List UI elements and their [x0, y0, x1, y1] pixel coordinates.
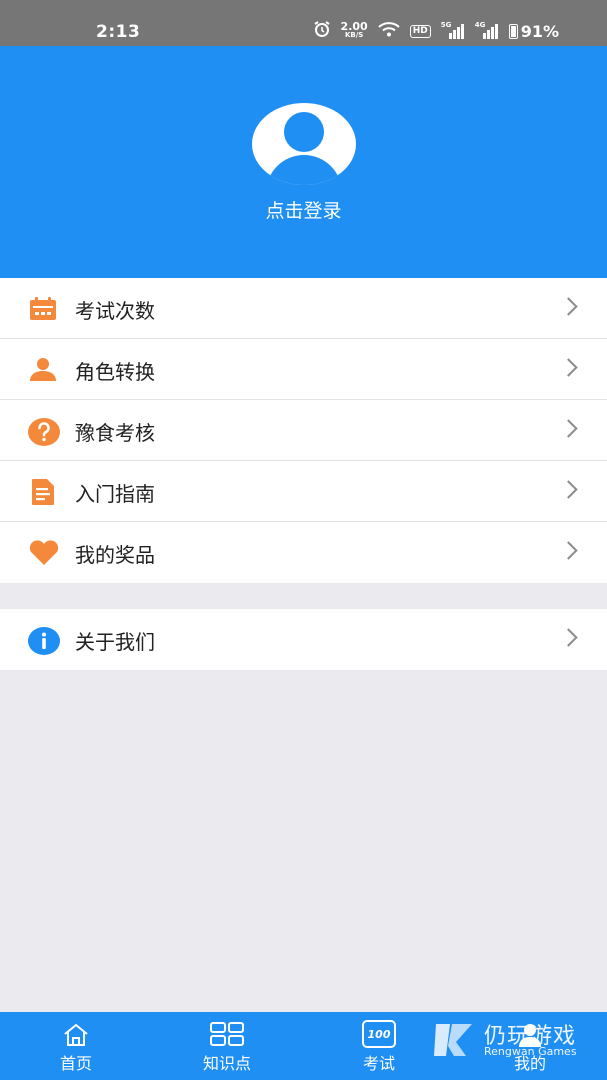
network-speed-value: 2.00 [340, 20, 368, 33]
tab-exam-label: 考试 [362, 1054, 395, 1073]
menu-item-food-assessment[interactable]: 豫食考核 [0, 400, 607, 461]
signal-1-tag: 5G [440, 21, 452, 29]
heart-icon [27, 539, 59, 567]
avatar-icon[interactable] [252, 103, 356, 185]
menu-item-label: 考试次数 [75, 299, 155, 323]
login-link[interactable]: 点击登录 [0, 196, 607, 223]
tab-exam[interactable]: 100 考试 [319, 1012, 439, 1080]
menu-item-getting-started[interactable]: 入门指南 [0, 461, 607, 522]
battery-percent: 91% [520, 21, 559, 41]
chevron-right-icon [559, 419, 578, 438]
status-bar: 2:13 2.00 KB/S HD 5G 4G 91% [0, 0, 607, 46]
battery-icon [508, 23, 518, 39]
person-icon [27, 356, 59, 384]
tab-knowledge-label: 知识点 [202, 1054, 251, 1073]
home-icon [62, 1022, 90, 1052]
signal-2-icon: 4G [474, 21, 499, 39]
hd-badge: HD [409, 24, 431, 38]
exam-100-icon: 100 [362, 1020, 396, 1048]
chevron-right-icon [559, 297, 578, 316]
chevron-right-icon [559, 628, 578, 647]
document-icon [27, 478, 59, 506]
network-speed-unit: KB/S [344, 31, 364, 39]
menu-item-label: 入门指南 [75, 482, 155, 506]
tab-home[interactable]: 首页 [16, 1012, 136, 1080]
calendar-icon [27, 295, 59, 323]
watermark-subtitle: Rengwan Games [484, 1045, 577, 1058]
chevron-right-icon [559, 480, 578, 499]
alarm-icon [313, 20, 331, 42]
tab-knowledge[interactable]: 知识点 [167, 1012, 287, 1080]
chevron-right-icon [559, 358, 578, 377]
menu-item-my-prizes[interactable]: 我的奖品 [0, 522, 607, 583]
menu-list: 考试次数 角色转换 豫食考核 入门指南 我的奖品 [0, 278, 607, 583]
grid-icon [210, 1022, 244, 1050]
signal-2-tag: 4G [474, 21, 486, 29]
profile-header: 点击登录 [0, 46, 607, 278]
status-icons: 2.00 KB/S HD 5G 4G 91% [313, 20, 559, 42]
menu-item-label: 角色转换 [75, 360, 155, 384]
menu-item-label: 我的奖品 [75, 543, 155, 567]
menu-item-label: 关于我们 [75, 630, 155, 654]
about-list: 关于我们 [0, 609, 607, 670]
question-icon [27, 417, 60, 446]
menu-item-label: 豫食考核 [75, 421, 155, 445]
wifi-icon [378, 21, 400, 41]
watermark-logo-icon [432, 1020, 476, 1060]
tab-home-label: 首页 [59, 1054, 92, 1073]
info-icon [27, 626, 60, 655]
watermark: 仍玩游戏 Rengwan Games [432, 1014, 602, 1068]
menu-item-about-us[interactable]: 关于我们 [0, 609, 607, 670]
battery-indicator: 91% [508, 21, 559, 41]
menu-item-role-switch[interactable]: 角色转换 [0, 339, 607, 400]
network-speed: 2.00 KB/S [340, 20, 368, 39]
signal-1-icon: 5G [440, 21, 465, 39]
chevron-right-icon [559, 541, 578, 560]
menu-item-exam-count[interactable]: 考试次数 [0, 278, 607, 339]
status-time: 2:13 [96, 22, 141, 42]
